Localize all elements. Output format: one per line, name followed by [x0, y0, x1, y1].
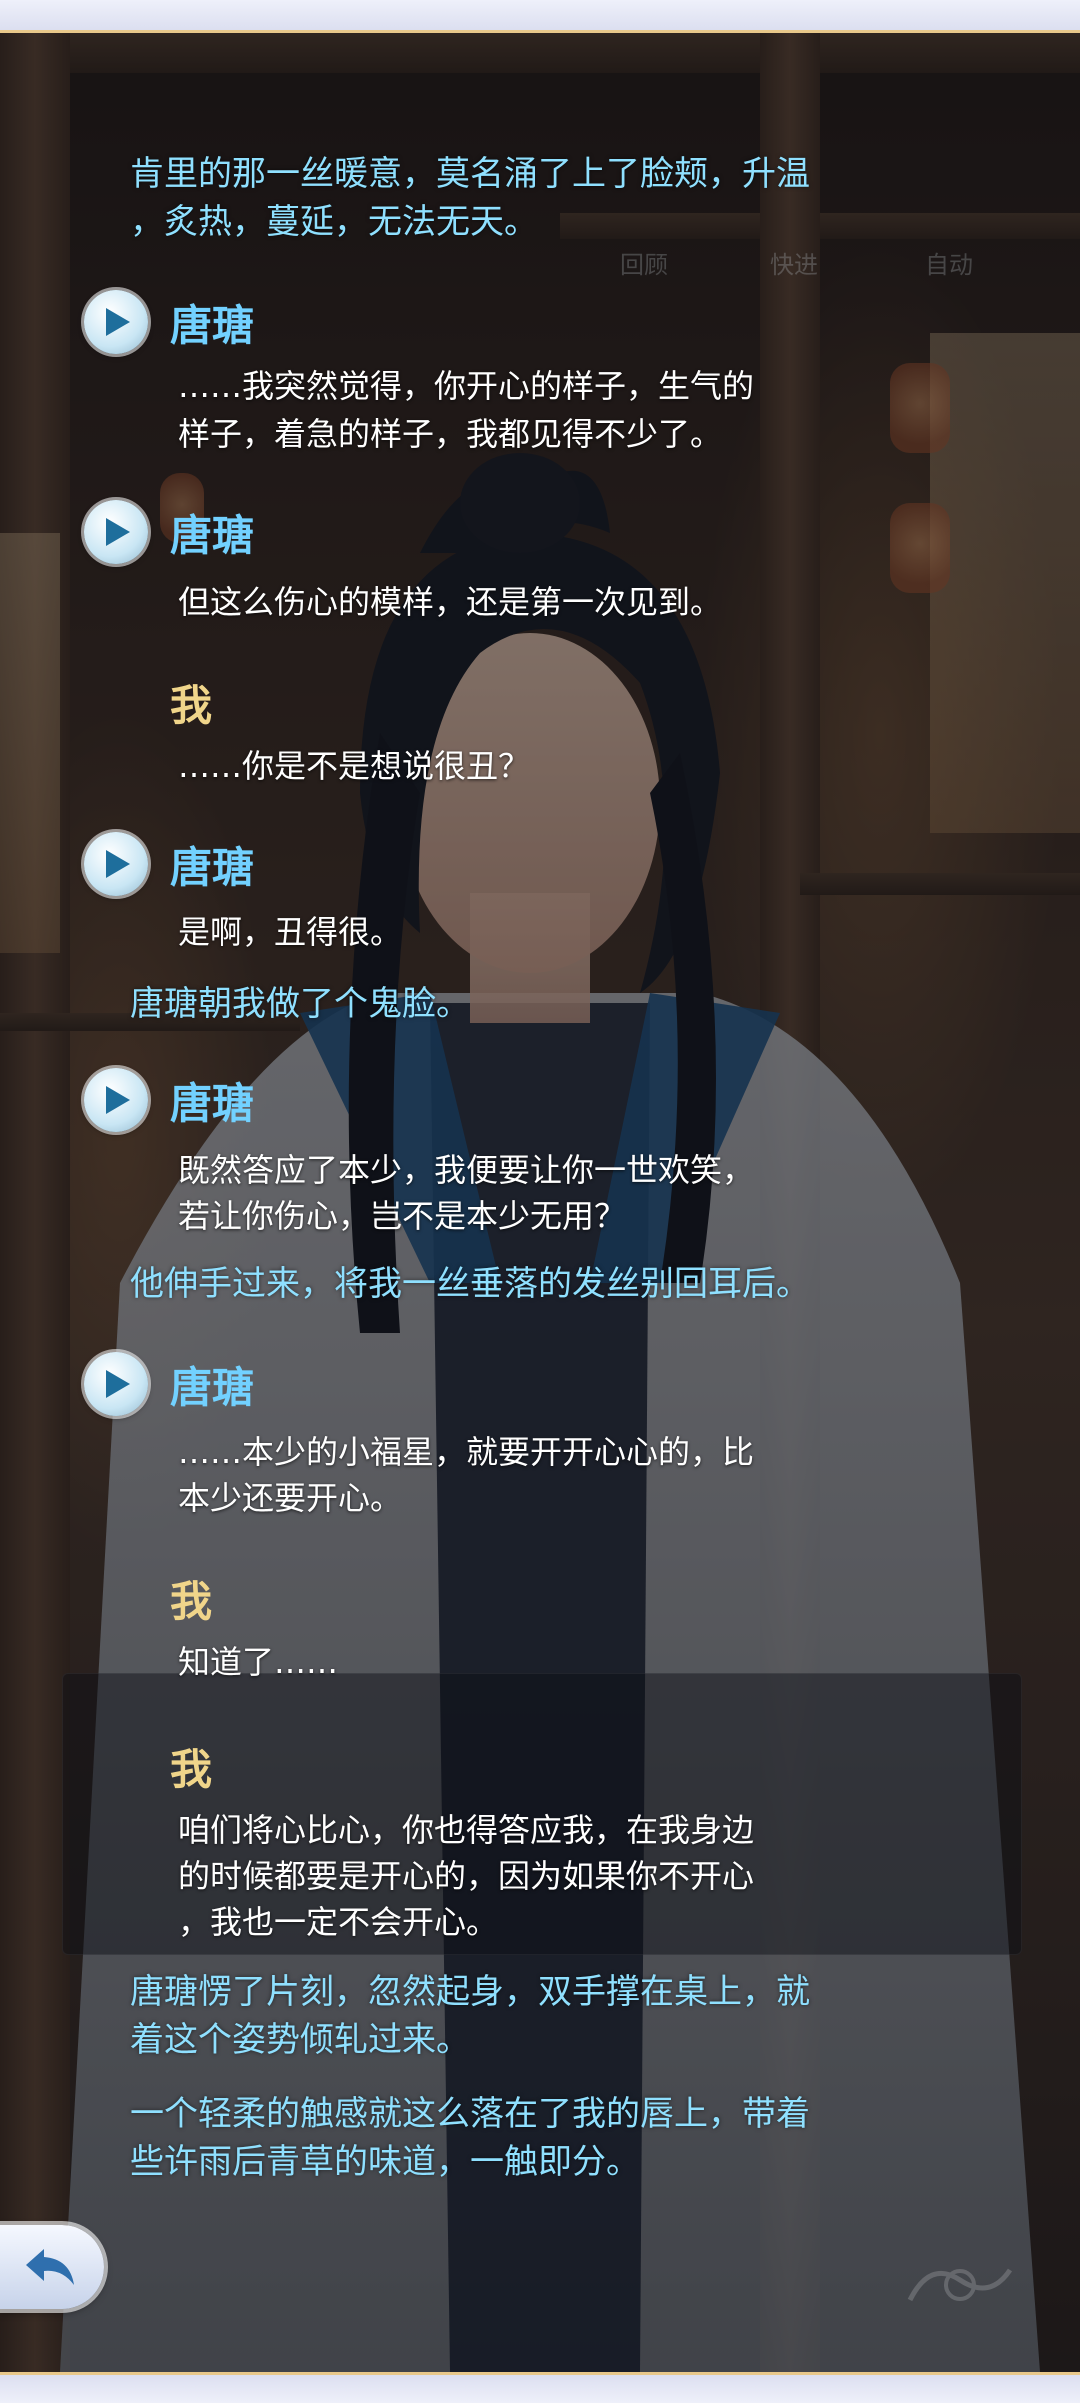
- play-voice-button[interactable]: [84, 1352, 148, 1416]
- fast-forward-label-faint: 快进: [770, 251, 818, 279]
- narration-line: 唐瑭愣了片刻，忽然起身，双手撑在桌上，就: [130, 1972, 810, 2012]
- bottom-frame-border: [0, 2372, 1080, 2403]
- play-voice-button[interactable]: [84, 290, 148, 354]
- dialogue-line: 是啊，丑得很。: [178, 913, 403, 951]
- narration-line: 唐瑭朝我做了个鬼脸。: [130, 984, 470, 1024]
- speaker-name: 我: [170, 681, 213, 730]
- dialogue-line: 知道了……: [178, 1643, 339, 1681]
- play-voice-icon: [106, 308, 130, 336]
- dialogue-line: 若让你伤心，岂不是本少无用？: [178, 1197, 627, 1235]
- play-voice-button[interactable]: [84, 832, 148, 896]
- narration-line: 他伸手过来，将我一丝垂落的发丝别回耳后。: [130, 1264, 810, 1304]
- review-label-faint: 回顾: [620, 251, 668, 279]
- speaker-name: 唐瑭: [170, 1363, 255, 1412]
- speaker-name: 唐瑭: [170, 1079, 255, 1128]
- speaker-name: 唐瑭: [170, 301, 255, 350]
- play-voice-icon: [106, 850, 130, 878]
- return-arrow-icon: [26, 2249, 74, 2285]
- narration-line: 一个轻柔的触感就这么落在了我的唇上，带着: [130, 2094, 810, 2134]
- narration-line: 着这个姿势倾轧过来。: [130, 2020, 470, 2060]
- dialogue-line: 但这么伤心的模样，还是第一次见到。: [178, 583, 723, 621]
- auto-label-faint: 自动: [925, 251, 973, 279]
- dialogue-line: ，我也一定不会开心。: [178, 1903, 499, 1941]
- speaker-name: 我: [170, 1577, 213, 1626]
- top-frame-border: [0, 0, 1080, 33]
- play-voice-icon: [106, 518, 130, 546]
- play-voice-icon: [106, 1370, 130, 1398]
- narration-line: ，炙热，蔓延，无法无天。: [130, 202, 538, 242]
- speaker-name: 我: [170, 1745, 213, 1794]
- speaker-name: 唐瑭: [170, 511, 255, 560]
- narration-line: 些许雨后青草的味道，一触即分。: [130, 2142, 640, 2182]
- play-voice-icon: [106, 1086, 130, 1114]
- dialogue-line: ……我突然觉得，你开心的样子，生气的: [178, 367, 755, 405]
- narration-line: 肯里的那一丝暖意，莫名涌了上了脸颊，升温: [130, 154, 810, 194]
- dialogue-line: 的时候都要是开心的，因为如果你不开心: [178, 1857, 755, 1895]
- dialogue-line: 本少还要开心。: [178, 1479, 403, 1517]
- dialogue-line: ……你是不是想说很丑？: [178, 747, 531, 785]
- back-button[interactable]: [0, 2225, 104, 2309]
- speaker-name: 唐瑭: [170, 843, 255, 892]
- dialogue-line: 咱们将心比心，你也得答应我，在我身边: [178, 1811, 755, 1849]
- dialogue-line: 样子，着急的样子，我都见得不少了。: [178, 415, 723, 453]
- dialogue-line: ……本少的小福星，就要开开心心的，比: [178, 1433, 755, 1471]
- dialogue-line: 既然答应了本少，我便要让你一世欢笑，: [178, 1151, 755, 1189]
- play-voice-button[interactable]: [84, 1068, 148, 1132]
- play-voice-button[interactable]: [84, 500, 148, 564]
- cloud-swirl-decoration: [907, 2268, 1013, 2302]
